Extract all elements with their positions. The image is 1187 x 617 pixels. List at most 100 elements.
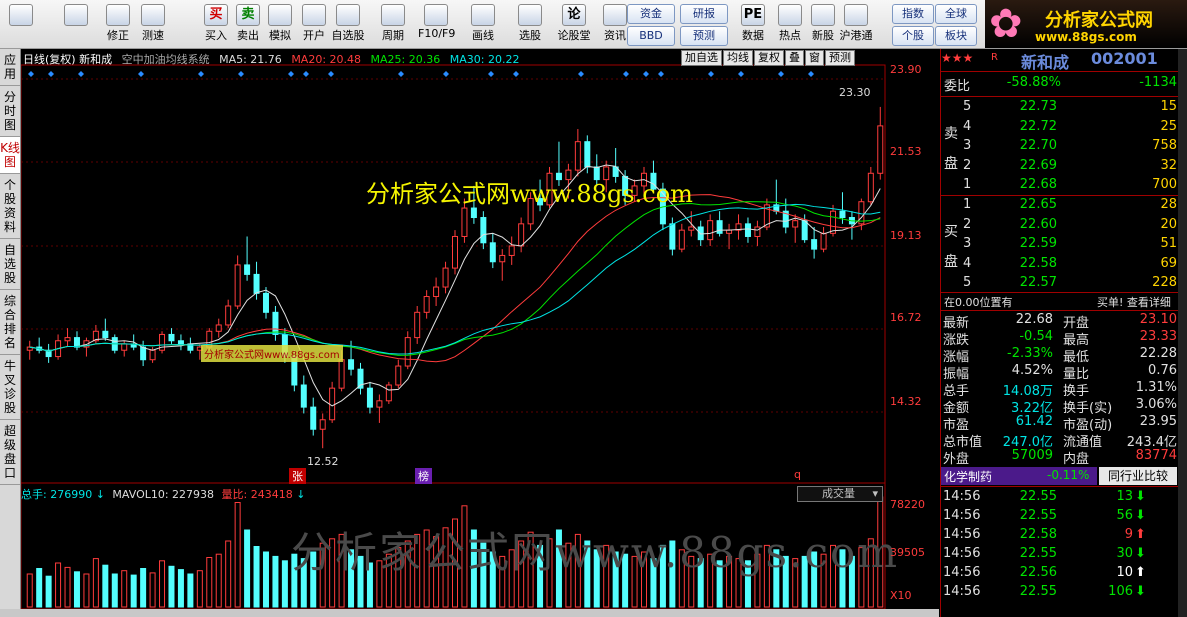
tick-price: 22.55: [1019, 489, 1057, 504]
order-price: 22.58: [1019, 255, 1057, 271]
toolbar-button-hot[interactable]: 热点: [772, 2, 808, 46]
toolbar-button-hammer[interactable]: 模拟: [262, 2, 298, 46]
order-level-row: 3 22.70 758: [941, 138, 1177, 157]
candle-body: [688, 226, 695, 231]
left-tab-4[interactable]: 自选股: [0, 239, 20, 290]
volume-bar: [187, 573, 194, 608]
order-volume: 758: [1152, 138, 1177, 153]
watermark-bottom: 分析家公式网www.88gs.com: [291, 528, 900, 577]
candle-body: [716, 220, 723, 234]
candle-body: [215, 324, 222, 332]
candle-body: [584, 141, 591, 168]
volume-bar: [215, 553, 222, 608]
pill-button-6[interactable]: 个股: [892, 26, 934, 46]
toolbar-button-label: F10/F9: [418, 27, 456, 40]
chart-button-1[interactable]: 均线: [723, 50, 753, 66]
candle-body: [149, 349, 156, 361]
order-price: 22.59: [1019, 236, 1057, 251]
signal-diamond: [138, 71, 144, 77]
toolbar-button-filter[interactable]: 选股: [512, 2, 548, 46]
chart-button-3[interactable]: 叠: [785, 50, 804, 66]
toolbar-button-clock[interactable]: 修正: [100, 2, 136, 46]
pill-button-2[interactable]: 研报: [680, 4, 728, 24]
pill-button-0[interactable]: 资金: [627, 4, 675, 24]
toolbar-button-star[interactable]: 自选股: [330, 2, 366, 46]
toolbar-button-windows[interactable]: [3, 2, 39, 46]
up-arrow-icon: ⬆: [1135, 565, 1146, 580]
candle-body: [348, 359, 355, 370]
kline-chart[interactable]: 日线(复权) 新和成 空中加油均线系统 MA5: 21.76 MA20: 20.…: [21, 49, 939, 609]
chart-button-4[interactable]: 窗: [805, 50, 824, 66]
chart-button-2[interactable]: 复权: [754, 50, 784, 66]
toolbar-button-sell[interactable]: 卖卖出: [230, 2, 266, 46]
pill-button-3[interactable]: 预测: [680, 26, 728, 46]
pill-button-4[interactable]: 指数: [892, 4, 934, 24]
toolbar-button-lock[interactable]: 开户: [296, 2, 332, 46]
tick-time: 14:56: [943, 584, 981, 599]
toolbar-button-pe[interactable]: PE 数据: [735, 2, 771, 46]
volume-indicator-select[interactable]: 成交量 ▾: [797, 486, 883, 502]
toolbar-button-pen[interactable]: 画线: [465, 2, 501, 46]
toolbar-button-clock-cycle[interactable]: 周期: [375, 2, 411, 46]
industry-bar[interactable]: 化学制药 -0.11%: [941, 467, 1097, 485]
order-volume: 700: [1152, 177, 1177, 192]
candle-body: [366, 387, 373, 408]
toolbar-button-buy[interactable]: 买买入: [198, 2, 234, 46]
left-tab-5[interactable]: 综合排名: [0, 290, 20, 355]
pill-button-5[interactable]: 全球: [935, 4, 977, 24]
pill-button-1[interactable]: BBD: [627, 26, 675, 46]
bottom-scroll-bar[interactable]: [0, 609, 939, 617]
event-marker[interactable]: 张: [289, 468, 306, 484]
tick-volume: 56: [1116, 508, 1133, 523]
left-tab-bar: 应用 分时图 K线图 个股资料 自选股 综合排名 牛叉诊股 超级盘口: [0, 49, 21, 609]
lock-icon: [302, 4, 326, 26]
left-tab-1[interactable]: 分时图: [0, 86, 20, 137]
order-price: 22.60: [1019, 216, 1057, 232]
clock-icon: [106, 4, 130, 26]
price-axis-label: 19.13: [890, 229, 922, 242]
candle-body: [300, 384, 307, 408]
candle-body: [121, 343, 128, 351]
event-marker[interactable]: 榜: [415, 468, 432, 484]
left-tab-7[interactable]: 超级盘口: [0, 420, 20, 485]
left-tab-2[interactable]: K线图: [0, 137, 20, 174]
toolbar-button-forum[interactable]: 论论股堂: [556, 2, 592, 46]
order-volume: 69: [1160, 255, 1177, 271]
toolbar-button-sse-hk[interactable]: 沪港通: [838, 2, 874, 46]
volume-bar: [177, 569, 184, 608]
tick-volume: 10: [1116, 565, 1133, 580]
order-level: 1: [963, 177, 972, 192]
candle-body: [433, 286, 440, 298]
event-marker[interactable]: q: [791, 468, 804, 481]
ma25-value: MA25: 20.36: [370, 53, 441, 66]
left-tab-6[interactable]: 牛叉诊股: [0, 355, 20, 420]
volume-bar: [272, 555, 279, 608]
buy-icon: 买: [204, 4, 228, 26]
toolbar-button-label: 模拟: [269, 29, 291, 42]
candle-body: [442, 267, 449, 288]
volume-bar: [92, 558, 99, 608]
tick-time: 14:56: [943, 527, 981, 542]
volume-bar: [45, 575, 52, 608]
toolbar-button-stopwatch[interactable]: 测速: [135, 2, 171, 46]
left-tab-0[interactable]: 应用: [0, 49, 20, 86]
industry-compare-button[interactable]: 同行业比较: [1099, 467, 1177, 485]
order-level: 4: [963, 255, 972, 271]
tick-time: 14:56: [943, 508, 981, 523]
toolbar-button-label: 测速: [142, 29, 164, 42]
candle-body: [338, 359, 345, 389]
toolbar-button-back-arrow[interactable]: [58, 2, 94, 46]
pill-button-7[interactable]: 板块: [935, 26, 977, 46]
ticks-scrollbar[interactable]: [1178, 49, 1187, 617]
left-tab-3[interactable]: 个股资料: [0, 174, 20, 239]
chart-button-0[interactable]: 加自选: [681, 50, 722, 66]
signal-diamond: [488, 71, 494, 77]
toolbar-button-f10[interactable]: F10/F9: [418, 2, 456, 46]
signal-diamond: [708, 71, 714, 77]
signal-diamond: [643, 71, 649, 77]
order-volume: 28: [1160, 197, 1177, 212]
chart-button-5[interactable]: 预测: [825, 50, 855, 66]
toolbar-button-ipo[interactable]: 新股: [805, 2, 841, 46]
r-badge-icon: R: [991, 52, 998, 63]
order-level-row: 2 22.60 20: [941, 217, 1177, 236]
